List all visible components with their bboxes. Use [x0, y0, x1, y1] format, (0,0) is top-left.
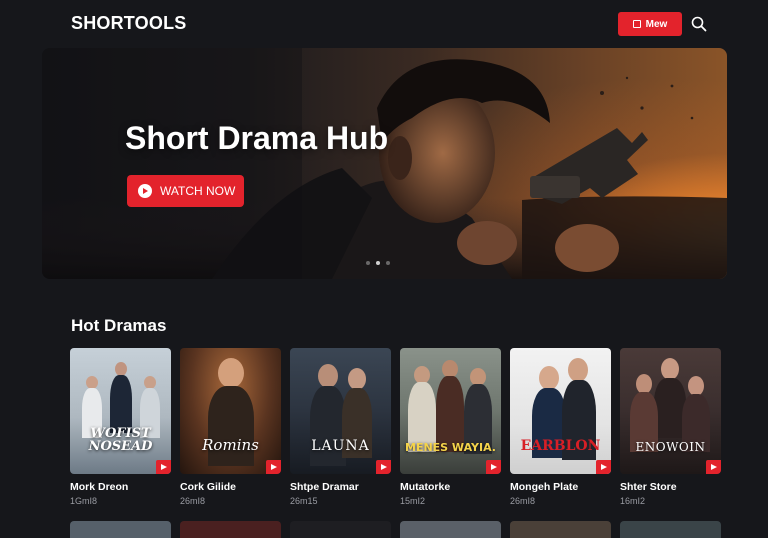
poster-image: LAUNA — [290, 348, 391, 474]
hero-illustration — [42, 48, 727, 279]
play-icon[interactable] — [706, 460, 721, 474]
carousel-dot[interactable] — [386, 261, 390, 265]
watch-now-label: WATCH NOW — [160, 184, 236, 198]
drama-card[interactable]: EARBLON Mongeh Plate 26mI8 — [510, 348, 611, 506]
poster-image: EARBLON — [510, 348, 611, 474]
card-meta: 1GmI8 — [70, 496, 98, 506]
poster-peek[interactable] — [620, 521, 721, 538]
drama-card[interactable]: LAUNA Shtpe Dramar 26m15 — [290, 348, 391, 506]
poster-title: WOFIST NOSEAD — [88, 425, 153, 455]
poster-title: LAUNA — [311, 438, 370, 455]
play-icon[interactable] — [266, 460, 281, 474]
poster-image: Romins — [180, 348, 281, 474]
drama-card[interactable]: Romins Cork Gilide 26mI8 — [180, 348, 281, 506]
poster-peek[interactable] — [290, 521, 391, 538]
app-logo[interactable]: SHORTOOLS — [71, 13, 186, 34]
card-title: Mutatorke — [400, 481, 451, 493]
card-title: Mongeh Plate — [510, 481, 579, 493]
card-meta: 26m15 — [290, 496, 318, 506]
carousel-dots — [366, 261, 390, 265]
card-meta: 26mI8 — [510, 496, 536, 506]
poster-title: EARBLON — [520, 438, 601, 455]
poster-title: Romins — [202, 436, 259, 455]
poster-title: ENOWOIN — [635, 440, 706, 455]
poster-image: ENOWOIN — [620, 348, 721, 474]
poster-peek[interactable] — [180, 521, 281, 538]
card-title: Mork Dreon — [70, 481, 129, 493]
new-button-label: Mew — [645, 18, 668, 30]
play-icon[interactable] — [486, 460, 501, 474]
card-meta: 15mI2 — [400, 496, 426, 506]
square-icon — [632, 20, 641, 28]
search-icon[interactable] — [690, 15, 708, 33]
top-header: SHORTOOLS Mew — [0, 0, 768, 48]
watch-now-button[interactable]: WATCH NOW — [127, 175, 244, 207]
card-title: Cork Gilide — [180, 481, 237, 493]
play-icon[interactable] — [596, 460, 611, 474]
drama-grid: WOFIST NOSEAD Mork Dreon 1GmI8 Romins Co… — [70, 348, 730, 508]
poster-peek[interactable] — [510, 521, 611, 538]
drama-card[interactable]: MENES WAYIA. Mutatorke 15mI2 — [400, 348, 501, 506]
next-row-preview — [70, 521, 730, 538]
play-icon — [138, 184, 152, 198]
carousel-dot-active[interactable] — [376, 261, 380, 265]
card-meta: 26mI8 — [180, 496, 206, 506]
hero-banner[interactable]: Short Drama Hub WATCH NOW — [42, 48, 727, 279]
card-title: Shter Store — [620, 481, 677, 493]
drama-card[interactable]: WOFIST NOSEAD Mork Dreon 1GmI8 — [70, 348, 171, 506]
poster-peek[interactable] — [70, 521, 171, 538]
poster-title: MENES WAYIA. — [405, 441, 496, 455]
play-icon[interactable] — [156, 460, 171, 474]
poster-image: MENES WAYIA. — [400, 348, 501, 474]
card-title: Shtpe Dramar — [290, 481, 359, 493]
poster-image: WOFIST NOSEAD — [70, 348, 171, 474]
poster-peek[interactable] — [400, 521, 501, 538]
carousel-dot[interactable] — [366, 261, 370, 265]
play-icon[interactable] — [376, 460, 391, 474]
section-title: Hot Dramas — [71, 316, 167, 335]
card-meta: 16mI2 — [620, 496, 646, 506]
new-button[interactable]: Mew — [618, 12, 682, 36]
hero-title: Short Drama Hub — [125, 120, 389, 156]
drama-card[interactable]: ENOWOIN Shter Store 16mI2 — [620, 348, 721, 506]
